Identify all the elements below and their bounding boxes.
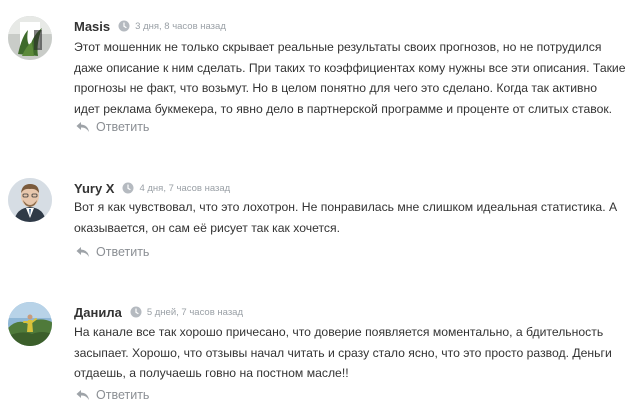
comment-meta: Masis 3 дня, 8 часов назад bbox=[74, 16, 226, 36]
comment-time[interactable]: 5 дней, 7 часов назад bbox=[147, 307, 243, 318]
comment-item: Данила 5 дней, 7 часов назад На канале в… bbox=[0, 302, 632, 410]
comment-item: Yury X 4 дня, 7 часов назад Вот я как чу… bbox=[0, 178, 632, 268]
comment-time[interactable]: 3 дня, 8 часов назад bbox=[135, 21, 226, 32]
avatar[interactable] bbox=[8, 16, 52, 60]
comment-author[interactable]: Masis bbox=[74, 19, 110, 34]
reply-button[interactable]: Ответить bbox=[76, 243, 149, 261]
comment-author[interactable]: Данила bbox=[74, 305, 122, 320]
reply-label: Ответить bbox=[96, 245, 150, 259]
comment-author[interactable]: Yury X bbox=[74, 181, 114, 196]
avatar-plant-photo-icon bbox=[8, 16, 52, 60]
avatar-landscape-photo-icon bbox=[8, 302, 52, 346]
comment-text: Вот я как чувствовал, что это лохотрон. … bbox=[74, 200, 618, 235]
comment-item: Masis 3 дня, 8 часов назад Этот мошенник… bbox=[0, 16, 632, 146]
comment-meta: Данила 5 дней, 7 часов назад bbox=[74, 302, 243, 322]
clock-icon bbox=[118, 20, 130, 32]
reply-arrow-icon bbox=[76, 121, 90, 133]
comment-meta: Yury X 4 дня, 7 часов назад bbox=[74, 178, 230, 198]
reply-button[interactable]: Ответить bbox=[76, 118, 149, 136]
reply-arrow-icon bbox=[76, 389, 90, 401]
comment-text: Этот мошенник не только скрывает реальны… bbox=[74, 40, 626, 116]
clock-icon bbox=[130, 306, 142, 318]
comment-text: На канале все так хорошо причесано, что … bbox=[74, 325, 612, 380]
reply-label: Ответить bbox=[96, 120, 150, 134]
reply-arrow-icon bbox=[76, 246, 90, 258]
avatar-man-photo-icon bbox=[8, 178, 52, 222]
reply-button[interactable]: Ответить bbox=[76, 386, 149, 404]
clock-icon bbox=[122, 182, 134, 194]
avatar[interactable] bbox=[8, 178, 52, 222]
comment-time[interactable]: 4 дня, 7 часов назад bbox=[139, 183, 230, 194]
reply-label: Ответить bbox=[96, 388, 150, 402]
avatar[interactable] bbox=[8, 302, 52, 346]
comments-list: Masis 3 дня, 8 часов назад Этот мошенник… bbox=[0, 0, 632, 412]
